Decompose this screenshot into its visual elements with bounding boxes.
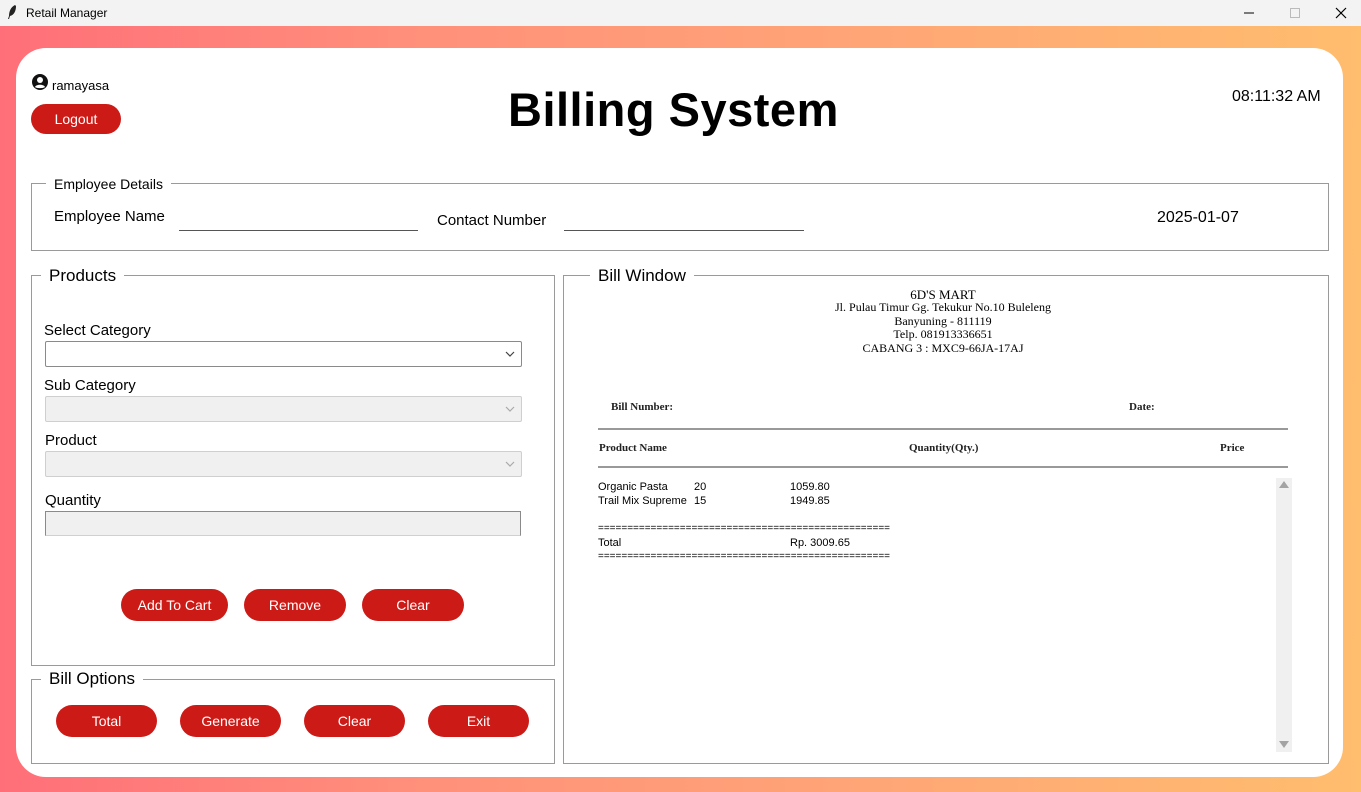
bill-item-qty: 20 — [694, 481, 707, 493]
employee-name-field[interactable] — [179, 230, 418, 231]
product-select[interactable] — [45, 451, 522, 477]
add-to-cart-button[interactable]: Add To Cart — [121, 589, 228, 621]
bill-number-label: Bill Number: — [611, 401, 674, 413]
column-product-name: Product Name — [599, 442, 667, 454]
chevron-down-icon — [505, 406, 515, 412]
minimize-button[interactable] — [1226, 0, 1272, 26]
window-title: Retail Manager — [26, 6, 108, 20]
bill-date-label: Date: — [1129, 401, 1155, 413]
close-button[interactable] — [1318, 0, 1361, 26]
bill-total-label: Total — [598, 537, 622, 549]
subcategory-label: Sub Category — [44, 377, 136, 394]
columns-divider — [598, 466, 1288, 468]
user-circle-icon — [32, 74, 48, 90]
header-divider — [598, 428, 1288, 430]
username-label: ramayasa — [52, 78, 110, 93]
current-date: 2025-01-07 — [1157, 209, 1239, 226]
product-label: Product — [45, 432, 97, 449]
bill-separator-bottom: ========================================… — [598, 551, 890, 562]
column-price: Price — [1220, 442, 1245, 454]
page-title: Billing System — [508, 83, 839, 136]
store-branch: CABANG 3 : MXC9-66JA-17AJ — [862, 341, 1024, 355]
bill-total-value: Rp. 3009.65 — [790, 537, 850, 549]
total-button[interactable]: Total — [56, 705, 157, 737]
scroll-up-icon[interactable] — [1279, 481, 1289, 488]
bill-item-name: Trail Mix Supreme — [598, 495, 687, 507]
bill-window-legend: Bill Window — [590, 266, 694, 286]
chevron-down-icon — [505, 351, 515, 357]
exit-button[interactable]: Exit — [428, 705, 529, 737]
bill-item-price: 1059.80 — [790, 481, 830, 493]
bill-options-legend: Bill Options — [41, 669, 143, 689]
clear-products-button[interactable]: Clear — [362, 589, 464, 621]
scroll-down-icon[interactable] — [1279, 741, 1289, 748]
logout-button[interactable]: Logout — [31, 104, 121, 134]
products-legend: Products — [41, 266, 125, 286]
clear-bill-button[interactable]: Clear — [304, 705, 405, 737]
category-label: Select Category — [44, 322, 151, 339]
subcategory-select[interactable] — [45, 396, 522, 422]
employee-details-legend: Employee Details — [46, 176, 171, 192]
feather-icon — [8, 5, 16, 19]
bill-item-name: Organic Pasta — [598, 481, 668, 493]
maximize-button[interactable] — [1272, 0, 1318, 26]
minimize-icon — [1244, 12, 1254, 14]
contact-number-field[interactable] — [564, 230, 804, 231]
bill-item-qty: 15 — [694, 495, 707, 507]
column-quantity: Quantity(Qty.) — [909, 442, 979, 454]
bill-separator-top: ========================================… — [598, 523, 890, 534]
store-address-line1: Jl. Pulau Timur Gg. Tekukur No.10 Bulele… — [835, 300, 1051, 314]
close-icon — [1335, 7, 1347, 19]
remove-button[interactable]: Remove — [244, 589, 346, 621]
maximize-icon — [1290, 8, 1300, 18]
bill-scrollbar[interactable] — [1276, 478, 1292, 752]
clock-display: 08:11:32 AM — [1232, 88, 1321, 105]
employee-details-frame — [31, 183, 1329, 251]
employee-name-label: Employee Name — [54, 208, 165, 225]
window-titlebar: Retail Manager — [0, 0, 1361, 26]
chevron-down-icon — [505, 461, 515, 467]
category-select[interactable] — [45, 341, 522, 367]
bill-item-price: 1949.85 — [790, 495, 830, 507]
generate-button[interactable]: Generate — [180, 705, 281, 737]
store-phone: Telp. 081913336651 — [893, 327, 993, 341]
quantity-label: Quantity — [45, 492, 101, 509]
quantity-input[interactable] — [45, 511, 521, 536]
contact-number-label: Contact Number — [437, 212, 547, 229]
